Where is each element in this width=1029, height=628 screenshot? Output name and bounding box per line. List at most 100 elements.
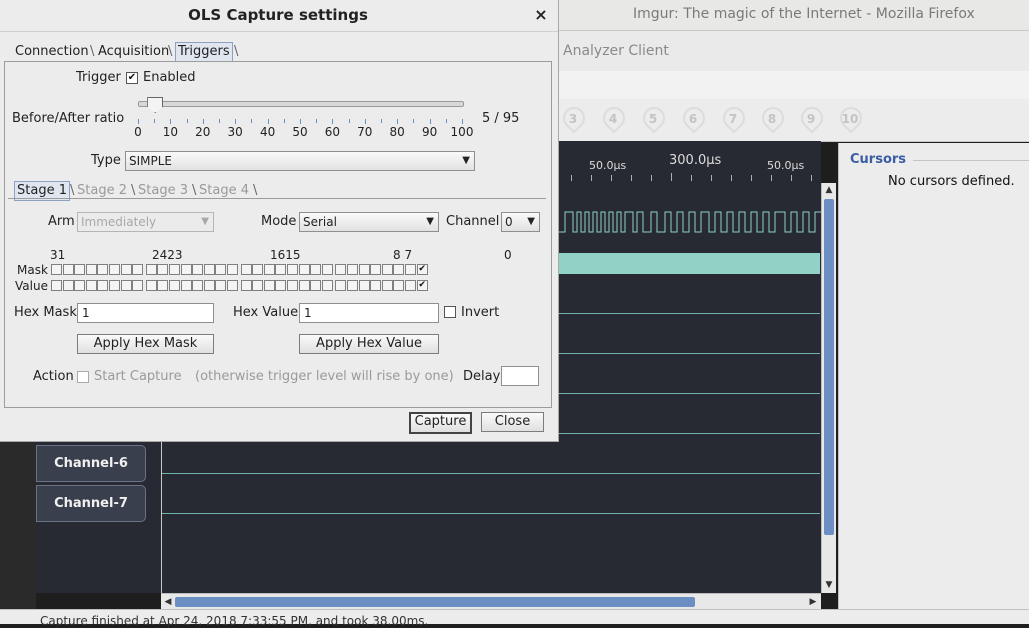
value-bit-7-checkbox[interactable] <box>335 280 347 291</box>
value-bit-16-checkbox[interactable] <box>227 280 238 291</box>
value-bit-28-checkbox[interactable] <box>85 280 97 291</box>
value-bit-13-checkbox[interactable] <box>263 280 275 291</box>
mask-bit-4-checkbox[interactable] <box>370 264 382 275</box>
value-bit-4-checkbox[interactable] <box>370 280 382 291</box>
mask-bit-1-checkbox[interactable] <box>405 264 416 275</box>
mask-bit-18-checkbox[interactable] <box>203 264 215 275</box>
value-bit-15-checkbox[interactable] <box>240 280 252 291</box>
value-bit-11-checkbox[interactable] <box>287 280 298 291</box>
mask-bit-9-checkbox[interactable] <box>310 264 322 275</box>
value-bit-19-checkbox[interactable] <box>192 280 204 291</box>
cursor-button-3[interactable]: 3 <box>559 105 587 133</box>
mask-bit-11-checkbox[interactable] <box>287 264 298 275</box>
value-bit-23-checkbox[interactable] <box>145 280 157 291</box>
value-bit-12-checkbox[interactable] <box>275 280 287 291</box>
cursor-button-10[interactable]: 10 <box>836 105 864 133</box>
value-bit-18-checkbox[interactable] <box>203 280 215 291</box>
mask-bit-13-checkbox[interactable] <box>263 264 275 275</box>
mask-bit-0-checkbox[interactable]: ✔ <box>416 264 428 275</box>
mask-bit-16-checkbox[interactable] <box>227 264 238 275</box>
close-button[interactable]: Close <box>481 412 544 432</box>
vertical-scrollbar[interactable]: ▲ ▼ <box>821 183 836 593</box>
trigger-enabled-checkbox[interactable]: ✔ <box>126 72 138 84</box>
close-icon[interactable]: × <box>532 5 550 24</box>
mask-bit-31-checkbox[interactable] <box>51 264 62 275</box>
cursor-button-8[interactable]: 8 <box>758 105 786 133</box>
value-bit-30-checkbox[interactable] <box>62 280 74 291</box>
horizontal-scroll-thumb[interactable] <box>175 597 695 607</box>
tab-triggers[interactable]: Triggers <box>175 42 233 62</box>
value-bit-2-checkbox[interactable] <box>393 280 405 291</box>
mask-bit-10-checkbox[interactable] <box>298 264 310 275</box>
value-bit-10-checkbox[interactable] <box>298 280 310 291</box>
cursor-button-7[interactable]: 7 <box>719 105 747 133</box>
mask-bit-20-checkbox[interactable] <box>180 264 192 275</box>
mask-bit-27-checkbox[interactable] <box>97 264 109 275</box>
value-bit-25-checkbox[interactable] <box>120 280 132 291</box>
channel-label-7[interactable]: Channel-7 <box>36 485 146 522</box>
value-bit-6-checkbox[interactable] <box>347 280 358 291</box>
mask-bit-28-checkbox[interactable] <box>85 264 97 275</box>
value-bit-21-checkbox[interactable] <box>169 280 180 291</box>
ratio-slider-track[interactable] <box>138 101 464 107</box>
mask-bit-30-checkbox[interactable] <box>62 264 74 275</box>
cursor-button-4[interactable]: 4 <box>599 105 627 133</box>
value-bit-24-checkbox[interactable] <box>132 280 144 291</box>
delay-field[interactable] <box>501 366 539 386</box>
mask-bit-25-checkbox[interactable] <box>120 264 132 275</box>
mask-bit-6-checkbox[interactable] <box>347 264 358 275</box>
value-bit-8-checkbox[interactable] <box>321 280 333 291</box>
invert-checkbox[interactable] <box>444 306 456 318</box>
tab-connection[interactable]: Connection <box>15 43 89 61</box>
scroll-up-icon[interactable]: ▲ <box>824 184 834 196</box>
hex-mask-field[interactable]: 1 <box>77 303 214 323</box>
mask-bit-24-checkbox[interactable] <box>132 264 144 275</box>
mask-bit-12-checkbox[interactable] <box>275 264 287 275</box>
dialog-titlebar[interactable]: OLS Capture settings × <box>0 0 558 32</box>
cursor-button-9[interactable]: 9 <box>797 105 825 133</box>
mask-bit-14-checkbox[interactable] <box>252 264 264 275</box>
value-bit-29-checkbox[interactable] <box>74 280 86 291</box>
type-select[interactable]: SIMPLE ▼ <box>125 151 475 171</box>
mode-select[interactable]: Serial ▼ <box>299 212 439 232</box>
mask-bit-26-checkbox[interactable] <box>109 264 120 275</box>
mask-bit-3-checkbox[interactable] <box>381 264 393 275</box>
mask-bit-15-checkbox[interactable] <box>240 264 252 275</box>
capture-button[interactable]: Capture <box>409 412 472 434</box>
apply-hex-value-button[interactable]: Apply Hex Value <box>299 334 439 354</box>
mask-bit-23-checkbox[interactable] <box>145 264 157 275</box>
horizontal-scrollbar[interactable]: ◀ ▶ <box>161 593 821 610</box>
mask-bit-2-checkbox[interactable] <box>393 264 405 275</box>
value-bit-22-checkbox[interactable] <box>157 280 169 291</box>
mask-bit-19-checkbox[interactable] <box>192 264 204 275</box>
start-capture-checkbox[interactable] <box>77 371 89 383</box>
mask-bit-8-checkbox[interactable] <box>321 264 333 275</box>
tab-acquisition[interactable]: Acquisition <box>98 43 169 61</box>
value-bit-14-checkbox[interactable] <box>252 280 264 291</box>
mask-bit-22-checkbox[interactable] <box>157 264 169 275</box>
mask-bit-17-checkbox[interactable] <box>215 264 227 275</box>
value-bit-27-checkbox[interactable] <box>97 280 109 291</box>
value-bit-1-checkbox[interactable] <box>405 280 416 291</box>
apply-hex-mask-button[interactable]: Apply Hex Mask <box>77 334 214 354</box>
value-bit-9-checkbox[interactable] <box>310 280 322 291</box>
hex-value-field[interactable]: 1 <box>299 303 439 323</box>
scroll-down-icon[interactable]: ▼ <box>824 579 834 591</box>
cursor-button-6[interactable]: 6 <box>679 105 707 133</box>
scroll-right-icon[interactable]: ▶ <box>807 596 819 608</box>
value-bit-26-checkbox[interactable] <box>109 280 120 291</box>
arm-select[interactable]: Immediately ▼ <box>77 212 214 232</box>
value-bit-17-checkbox[interactable] <box>215 280 227 291</box>
scroll-left-icon[interactable]: ◀ <box>162 596 174 608</box>
value-bit-3-checkbox[interactable] <box>381 280 393 291</box>
mask-bit-5-checkbox[interactable] <box>358 264 370 275</box>
value-bit-20-checkbox[interactable] <box>180 280 192 291</box>
mask-bit-7-checkbox[interactable] <box>335 264 347 275</box>
mask-bit-21-checkbox[interactable] <box>169 264 180 275</box>
cursor-button-5[interactable]: 5 <box>639 105 667 133</box>
mask-bit-29-checkbox[interactable] <box>74 264 86 275</box>
channel-select[interactable]: 0 ▼ <box>501 212 540 232</box>
value-bit-5-checkbox[interactable] <box>358 280 370 291</box>
value-bit-31-checkbox[interactable] <box>51 280 62 291</box>
channel-label-6[interactable]: Channel-6 <box>36 445 146 482</box>
